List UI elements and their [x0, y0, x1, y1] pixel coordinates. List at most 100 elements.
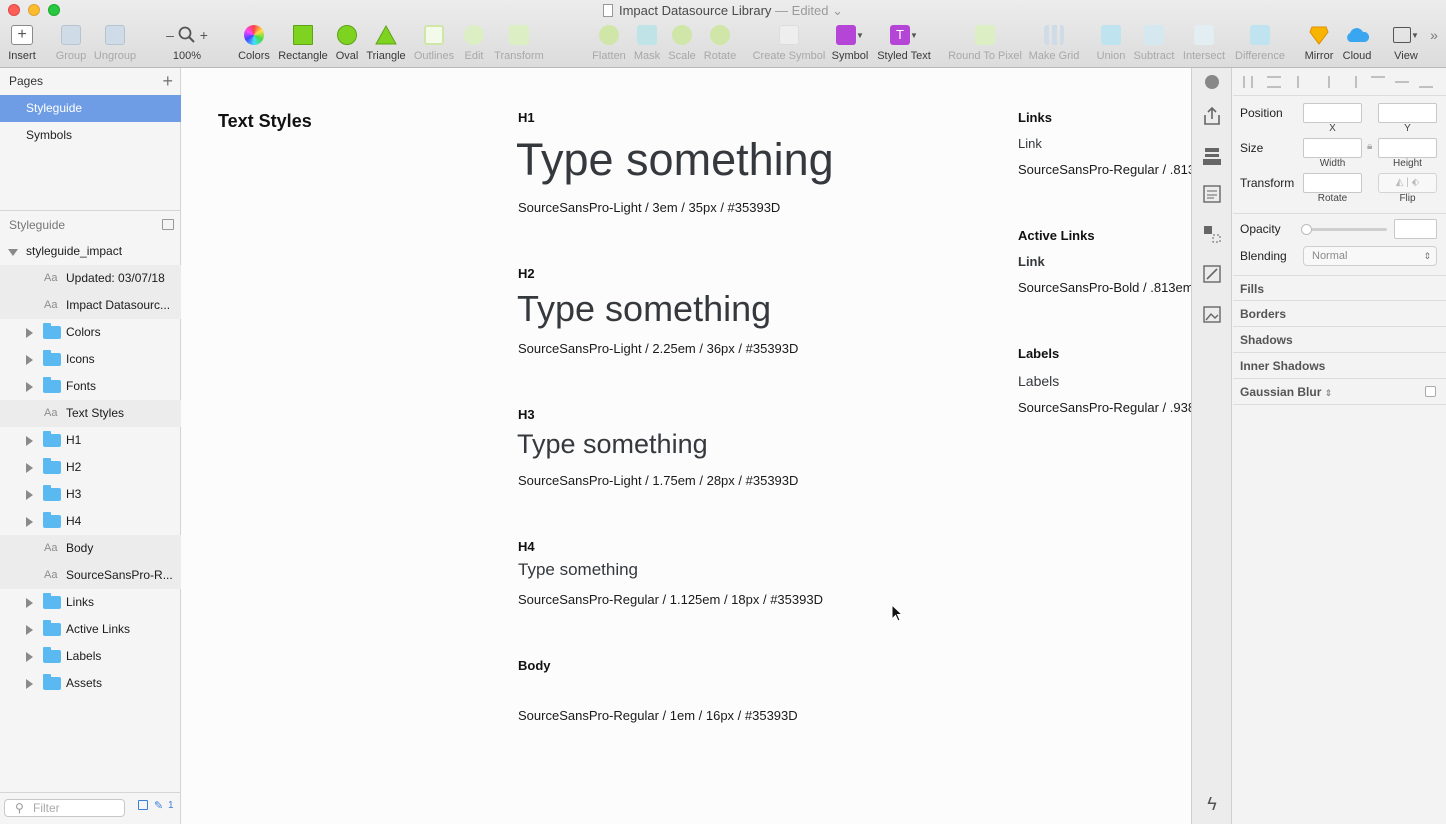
disclosure-triangle-icon[interactable] [26, 625, 33, 635]
align-top-icon[interactable] [1371, 76, 1385, 88]
position-y-field[interactable] [1378, 103, 1437, 123]
align-left-icon[interactable] [1297, 76, 1309, 88]
collapse-icon[interactable] [162, 219, 174, 230]
view-button[interactable]: ▼ View [1388, 24, 1424, 66]
distribute-horizontal-icon[interactable] [1243, 76, 1253, 88]
edit-filter-icon[interactable]: ✎ [154, 799, 163, 812]
layer-item[interactable]: Labels [0, 643, 181, 670]
disclosure-triangle-icon[interactable] [26, 463, 33, 473]
zoom-control[interactable]: – + 100% [158, 24, 216, 66]
inner-shadows-section[interactable]: Inner Shadows [1233, 353, 1446, 379]
text-style-icon[interactable] [1200, 182, 1224, 206]
mirror-button[interactable]: Mirror [1302, 24, 1336, 66]
symbol-button[interactable]: ▼ Symbol [830, 24, 870, 66]
symbol-override-icon[interactable] [1200, 222, 1224, 246]
group-button[interactable]: Group [52, 24, 90, 66]
gaussian-blur-checkbox[interactable] [1425, 386, 1436, 397]
chevron-down-icon[interactable]: ⌄ [832, 3, 843, 18]
ungroup-button[interactable]: Ungroup [92, 24, 138, 66]
align-right-icon[interactable] [1345, 76, 1357, 88]
zoom-in-icon[interactable]: + [200, 27, 208, 43]
layer-item[interactable]: Aa Impact Datasourc... [0, 292, 181, 319]
styled-text-button[interactable]: T ▼ Styled Text [875, 24, 933, 66]
layer-item[interactable]: H1 [0, 427, 181, 454]
layer-item[interactable]: Links [0, 589, 181, 616]
position-x-field[interactable] [1303, 103, 1362, 123]
slider-handle[interactable] [1301, 224, 1312, 235]
align-center-icon[interactable] [1321, 76, 1335, 88]
layer-item[interactable]: H2 [0, 454, 181, 481]
add-page-icon[interactable]: + [162, 68, 173, 94]
align-middle-icon[interactable] [1395, 76, 1409, 88]
layer-item[interactable]: Aa Body [0, 535, 181, 562]
align-bottom-icon[interactable] [1419, 76, 1433, 88]
layer-item[interactable]: Colors [0, 319, 181, 346]
colors-button[interactable]: Colors [234, 24, 274, 66]
make-grid-button[interactable]: Make Grid [1026, 24, 1082, 66]
rotate-field[interactable] [1303, 173, 1362, 193]
blending-select[interactable]: Normal ⇕ [1303, 246, 1437, 266]
toolbar-overflow-icon[interactable]: » [1426, 27, 1442, 69]
filter-input[interactable]: ⚲ Filter [4, 799, 125, 817]
shadows-section[interactable]: Shadows [1233, 327, 1446, 353]
layer-item[interactable]: H3 [0, 481, 181, 508]
edit-button[interactable]: Edit [459, 24, 489, 66]
disclosure-triangle-icon[interactable] [26, 328, 33, 338]
layer-item[interactable]: Aa Text Styles [0, 400, 181, 427]
flip-buttons[interactable]: ◭ | ⬖ [1378, 173, 1437, 193]
layer-item[interactable]: H4 [0, 508, 181, 535]
disclosure-triangle-icon[interactable] [26, 382, 33, 392]
disclosure-triangle-icon[interactable] [26, 490, 33, 500]
layer-item[interactable]: Assets [0, 670, 181, 697]
rotate-button[interactable]: Rotate [701, 24, 739, 66]
union-button[interactable]: Union [1094, 24, 1128, 66]
round-to-pixel-button[interactable]: Round To Pixel [948, 24, 1022, 66]
oval-button[interactable]: Oval [332, 24, 362, 66]
disclosure-triangle-icon[interactable] [26, 355, 33, 365]
image-icon[interactable] [1200, 302, 1224, 326]
updown-chevron-icon[interactable]: ⇕ [1325, 388, 1333, 398]
intersect-button[interactable]: Intersect [1181, 24, 1227, 66]
resize-icon[interactable] [1200, 262, 1224, 286]
height-field[interactable] [1378, 138, 1437, 158]
mask-button[interactable]: Mask [632, 24, 662, 66]
disclosure-triangle-icon[interactable] [26, 679, 33, 689]
component-filter-icon[interactable] [138, 800, 148, 810]
width-field[interactable] [1303, 138, 1362, 158]
disclosure-triangle-icon[interactable] [26, 652, 33, 662]
subtract-button[interactable]: Subtract [1131, 24, 1177, 66]
cloud-button[interactable]: Cloud [1338, 24, 1376, 66]
page-item-symbols[interactable]: Symbols [0, 122, 181, 149]
layer-item[interactable]: Aa Updated: 03/07/18 [0, 265, 181, 292]
zoom-out-icon[interactable]: – [166, 27, 174, 43]
layer-item[interactable]: Active Links [0, 616, 181, 643]
distribute-vertical-icon[interactable] [1267, 76, 1281, 88]
style-icon[interactable] [1200, 70, 1224, 94]
triangle-button[interactable]: Triangle [365, 24, 407, 66]
flatten-button[interactable]: Flatten [589, 24, 629, 66]
rectangle-button[interactable]: Rectangle [277, 24, 329, 66]
disclosure-open-icon[interactable] [8, 249, 18, 256]
transform-button[interactable]: Transform [492, 24, 546, 66]
insert-button[interactable]: + Insert [4, 24, 40, 66]
gaussian-blur-section[interactable]: Gaussian Blur ⇕ [1233, 379, 1446, 405]
opacity-field[interactable] [1394, 219, 1437, 239]
lock-icon[interactable]: 🔒︎ [1367, 141, 1372, 152]
canvas[interactable]: Text Styles H1 Type something SourceSans… [182, 68, 1191, 824]
layer-style-icon[interactable] [1200, 144, 1224, 168]
layer-item[interactable]: Fonts [0, 373, 181, 400]
create-symbol-button[interactable]: Create Symbol [752, 24, 826, 66]
lightning-icon[interactable]: ϟ [1200, 792, 1224, 816]
difference-button[interactable]: Difference [1232, 24, 1288, 66]
layer-item[interactable]: Aa SourceSansPro-R... [0, 562, 181, 589]
export-icon[interactable] [1200, 104, 1224, 128]
flip-horizontal-icon[interactable]: ◭ [1396, 177, 1404, 188]
fills-section[interactable]: Fills [1233, 275, 1446, 301]
disclosure-triangle-icon[interactable] [26, 598, 33, 608]
layer-artboard[interactable]: styleguide_impact [0, 238, 181, 265]
scale-button[interactable]: Scale [665, 24, 699, 66]
flip-vertical-icon[interactable]: ⬖ [1412, 177, 1420, 188]
page-item-styleguide[interactable]: Styleguide [0, 95, 181, 122]
disclosure-triangle-icon[interactable] [26, 517, 33, 527]
outlines-button[interactable]: Outlines [412, 24, 456, 66]
